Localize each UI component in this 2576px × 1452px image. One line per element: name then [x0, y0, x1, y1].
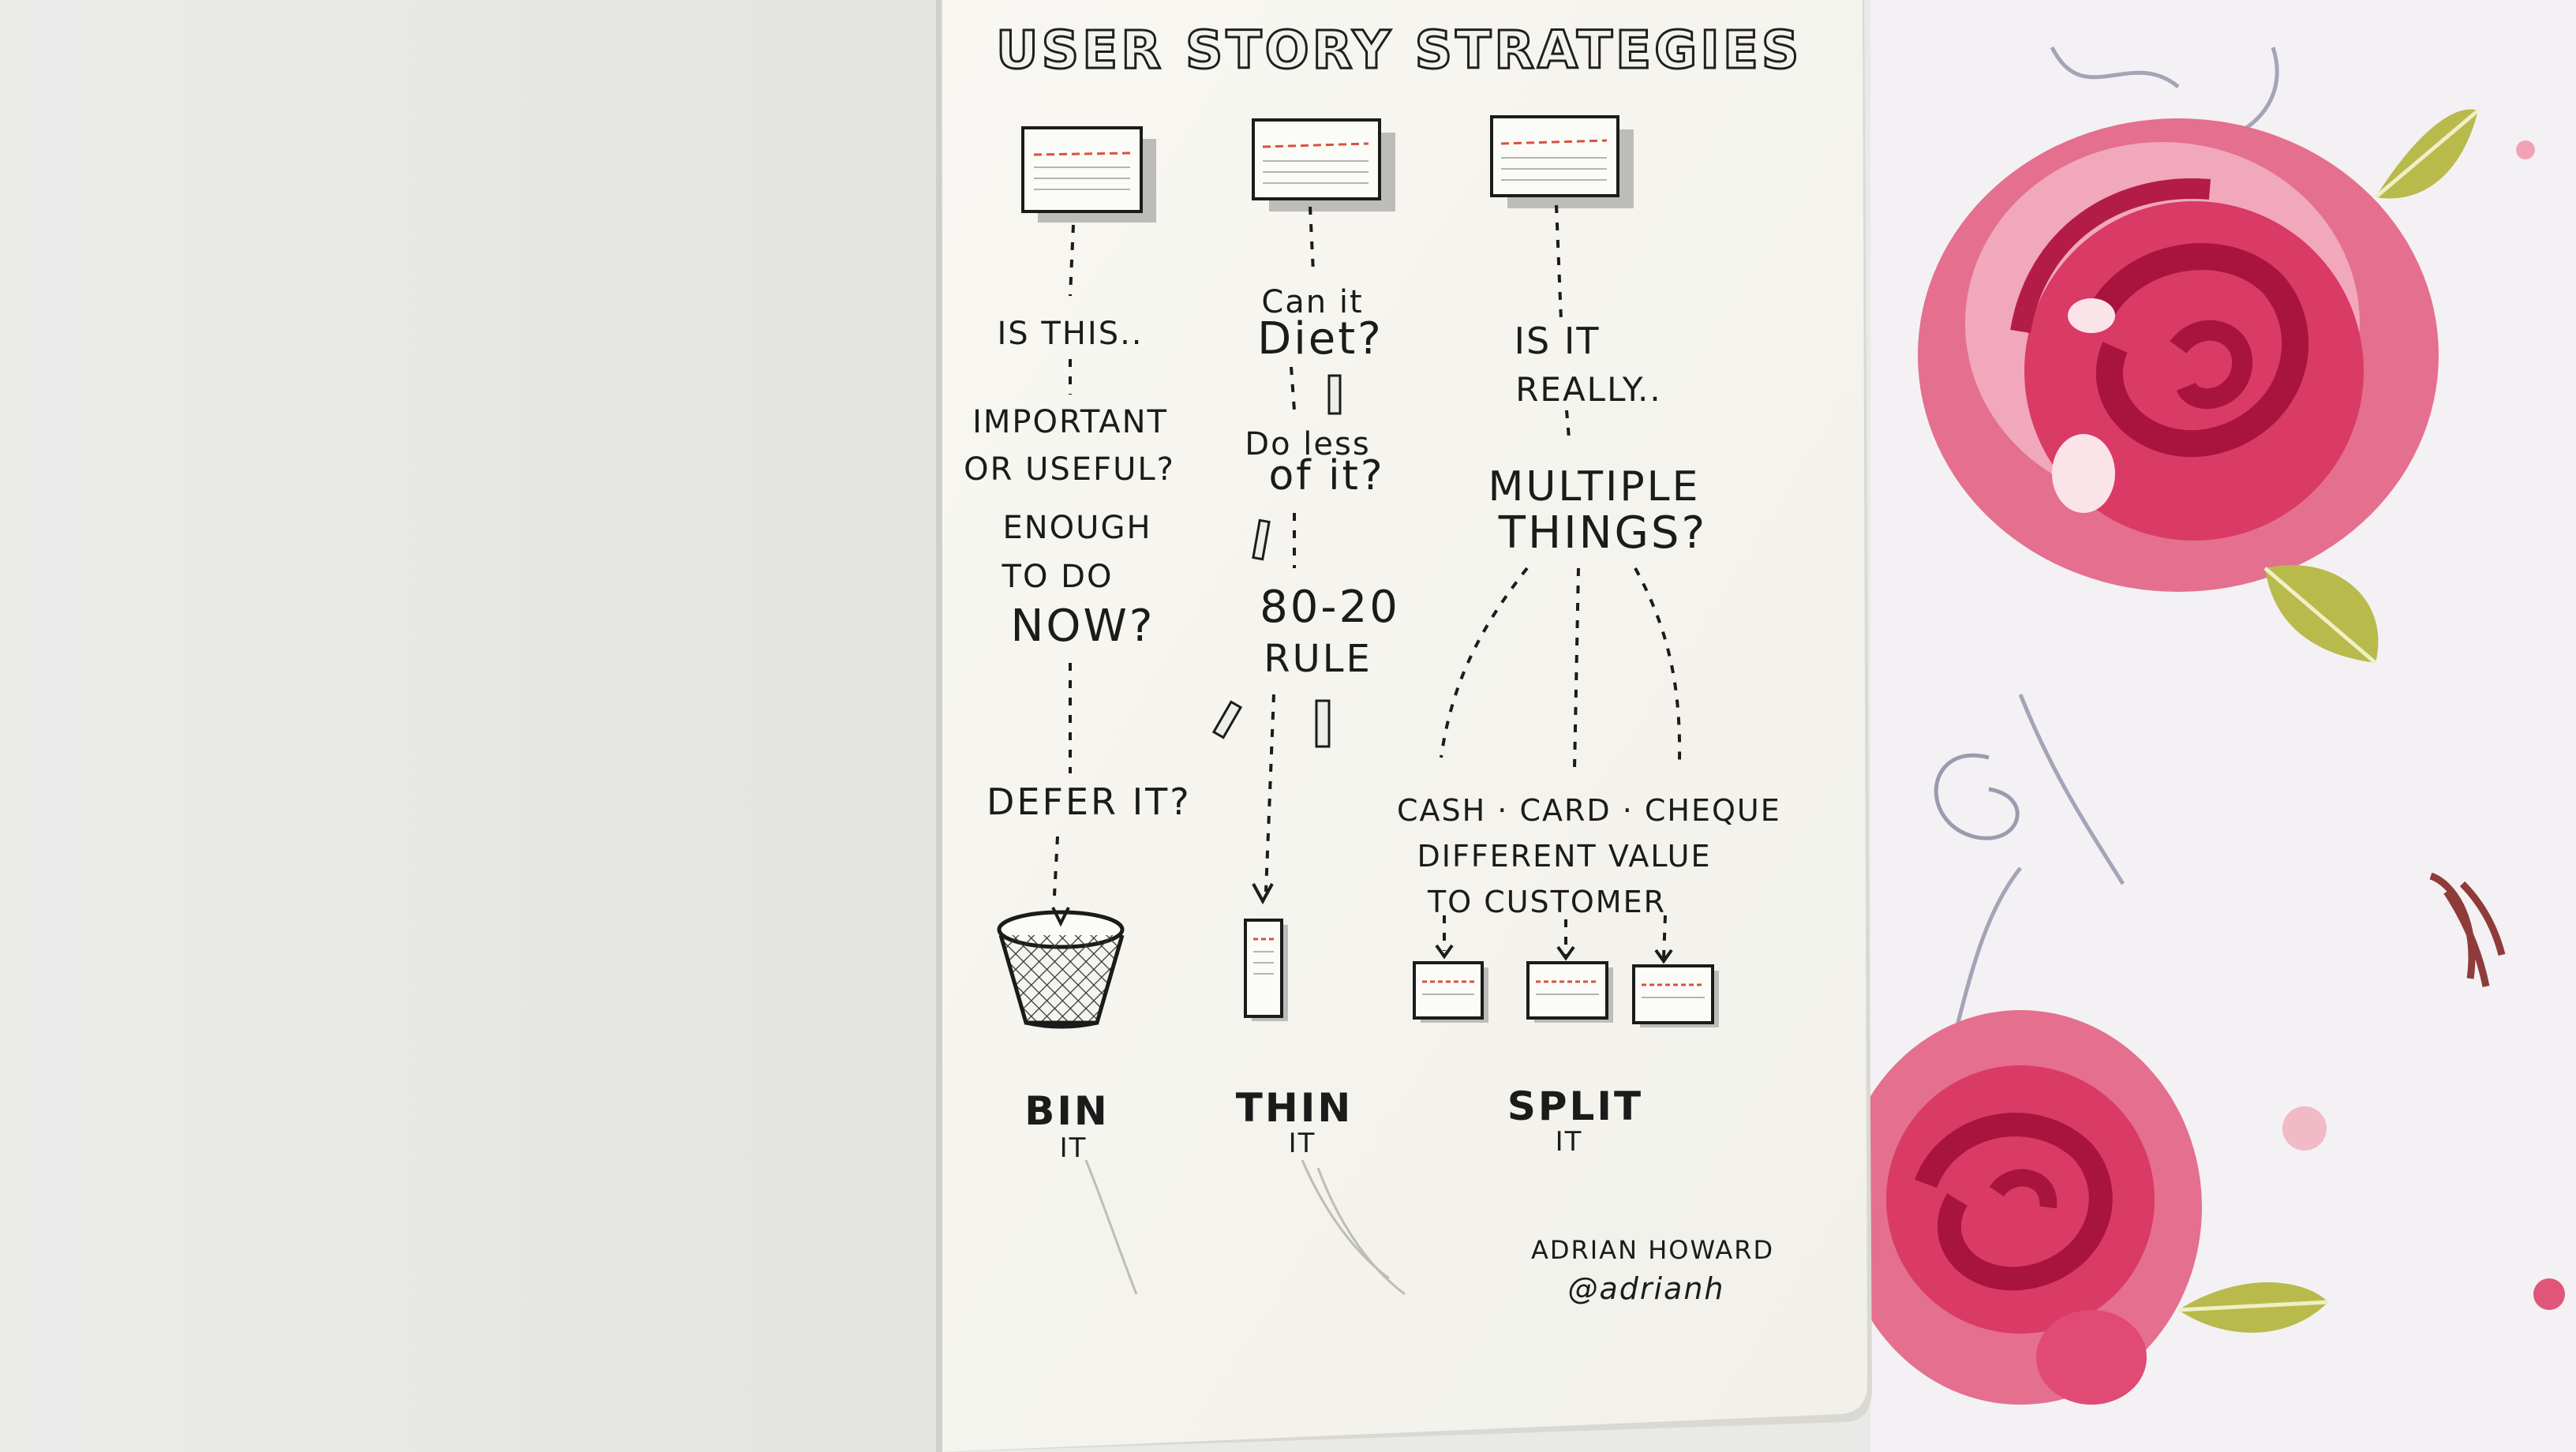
col1-question-line-5: TO DO	[1002, 559, 1114, 595]
author-name: ADRIAN HOWARD	[1531, 1235, 1775, 1265]
rose-lower	[1839, 1010, 2202, 1405]
col1-question-line-4: ENOUGH	[1002, 510, 1152, 546]
thin-card-icon	[1244, 919, 1288, 1021]
left-blank-page	[0, 0, 939, 1452]
col3-question-line-2: REALLY..	[1515, 370, 1662, 409]
col3-question-line-1: IS IT	[1514, 320, 1601, 362]
author-handle: @adrianh	[1567, 1271, 1725, 1306]
col1-question-line-2: IMPORTANT	[972, 404, 1168, 440]
col3-question-line-4: THINGS?	[1498, 507, 1708, 559]
col3-question-line-3: MULTIPLE	[1488, 463, 1701, 511]
page-title: USER STORY STRATEGIES	[995, 19, 1803, 81]
col1-action: BIN	[1024, 1088, 1110, 1134]
story-card-2	[1252, 118, 1395, 211]
col2-action: THIN	[1235, 1085, 1354, 1131]
col3-action: SPLIT	[1507, 1083, 1644, 1129]
col1-question-line-6: NOW?	[1010, 601, 1155, 652]
col2-question-line-6: RULE	[1264, 637, 1372, 681]
col1-question-line-1: IS THIS..	[997, 316, 1144, 352]
photo-scene	[0, 0, 2576, 1452]
col2-question-line-2: Diet?	[1257, 313, 1383, 365]
col1-question-line-3: OR USEFUL?	[964, 451, 1175, 488]
col3-action-suffix: IT	[1555, 1126, 1583, 1158]
col3-split-note-line-1: CASH · CARD · CHEQUE	[1397, 793, 1781, 828]
col1-follow-up: DEFER IT?	[987, 780, 1192, 823]
split-cards-icon	[1413, 961, 1719, 1027]
col2-question-line-4: of it?	[1268, 452, 1385, 500]
story-card-1	[1021, 126, 1156, 223]
col3-split-note-line-3: TO CUSTOMER	[1428, 885, 1666, 919]
col2-question-line-5: 80-20	[1260, 582, 1400, 633]
col1-action-suffix: IT	[1059, 1132, 1088, 1164]
col2-action-suffix: IT	[1288, 1128, 1316, 1159]
story-card-3	[1490, 115, 1634, 208]
floral-fabric-background	[1839, 0, 2576, 1452]
rose-upper	[1918, 118, 2439, 592]
col3-split-note-line-2: DIFFERENT VALUE	[1417, 839, 1712, 874]
